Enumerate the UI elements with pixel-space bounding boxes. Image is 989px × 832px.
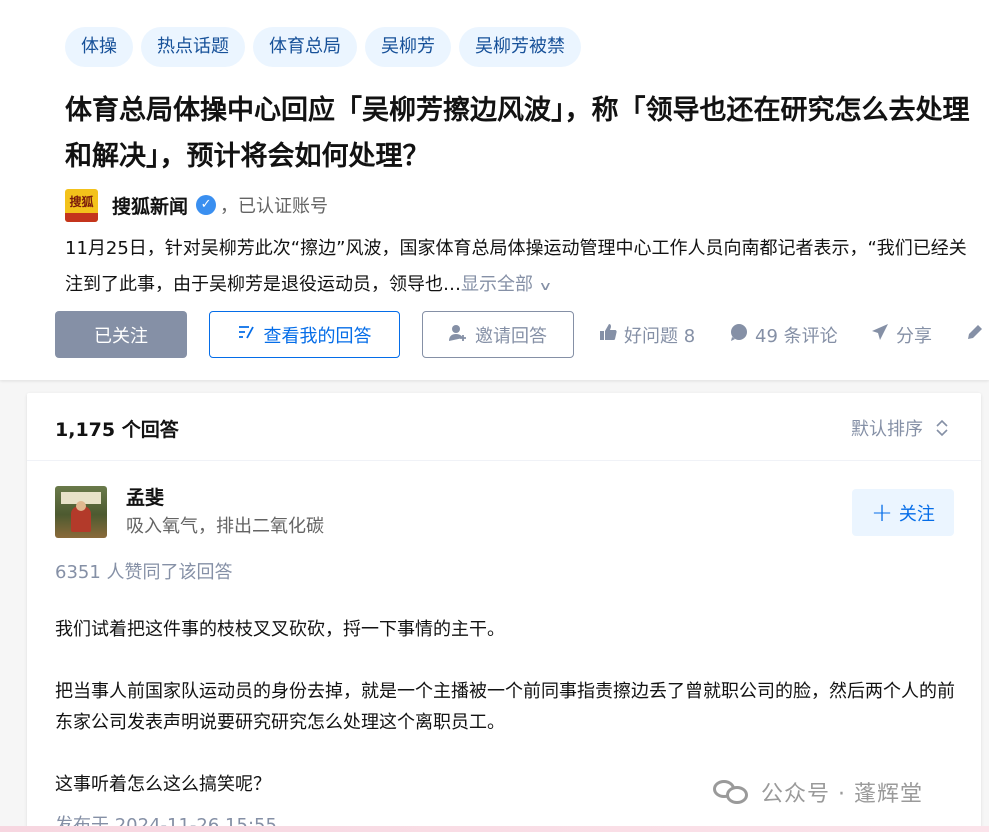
edit-answer-icon bbox=[238, 325, 256, 345]
topic-tag[interactable]: 吴柳芳被禁 bbox=[459, 27, 581, 67]
answer-author-name[interactable]: 孟斐 bbox=[126, 483, 164, 510]
wechat-icon bbox=[713, 778, 751, 806]
avatar-head bbox=[76, 501, 86, 511]
follow-author-button[interactable]: + 关注 bbox=[852, 489, 954, 536]
view-my-answer-label: 查看我的回答 bbox=[263, 325, 372, 347]
sohu-logo[interactable]: 搜狐 bbox=[65, 188, 98, 222]
answer-author-bio: 吸入氧气，排出二氧化碳 bbox=[126, 516, 324, 537]
answers-header: 1,175 个回答 默认排序 bbox=[27, 393, 981, 461]
logo-text: 搜狐 bbox=[69, 195, 94, 209]
answer-count: 1,175 个回答 bbox=[55, 419, 179, 441]
follow-label: 关注 bbox=[898, 503, 935, 525]
sort-dropdown[interactable]: 默认排序 bbox=[851, 415, 949, 441]
topic-tag[interactable]: 体操 bbox=[65, 27, 133, 67]
watermark-text: 公众号 · 蓬辉堂 bbox=[761, 782, 923, 807]
topic-tag[interactable]: 体育总局 bbox=[253, 27, 357, 67]
answer-paragraph: 我们试着把这件事的枝枝叉叉砍砍，捋一下事情的主干。 bbox=[55, 619, 505, 640]
question-title: 体育总局体操中心回应「吴柳芳擦边风波」，称「领导也还在研究怎么去处理和解决」，预… bbox=[65, 95, 970, 172]
invite-label: 邀请回答 bbox=[475, 325, 547, 347]
good-question-label: 好问题 8 bbox=[624, 325, 696, 347]
verified-text: ，已认证账号 bbox=[220, 196, 329, 217]
invite-user-icon bbox=[449, 324, 467, 346]
pencil-icon bbox=[965, 322, 985, 347]
source-name[interactable]: 搜狐新闻 bbox=[112, 192, 188, 219]
good-question-button[interactable]: 好问题 8 bbox=[599, 311, 695, 358]
followed-button[interactable]: 已关注 bbox=[55, 311, 187, 358]
question-source: 搜狐 搜狐新闻 ✓ ，已认证账号 bbox=[65, 188, 328, 222]
topic-tag[interactable]: 吴柳芳 bbox=[365, 27, 451, 67]
chevron-down-icon: ∨ bbox=[538, 279, 553, 293]
plus-icon: + bbox=[871, 497, 893, 528]
wechat-watermark: 公众号 · 蓬辉堂 bbox=[713, 774, 923, 810]
share-label: 分享 bbox=[896, 325, 932, 347]
edit-question-button[interactable] bbox=[965, 311, 989, 358]
comment-bubble-icon bbox=[730, 323, 748, 346]
vote-summary: 6351 人赞同了该回答 bbox=[55, 562, 233, 583]
comments-label: 49 条评论 bbox=[755, 325, 838, 347]
bottom-strip bbox=[0, 826, 989, 832]
view-my-answer-button[interactable]: 查看我的回答 bbox=[209, 311, 400, 358]
question-description: 11月25日，针对吴柳芳此次“擦边”风波，国家体育总局体操运动管理中心工作人员向… bbox=[65, 231, 980, 304]
question-actions: 已关注 查看我的回答 邀请回答 好问题 8 49 条评论 分享 bbox=[55, 311, 989, 358]
thumbs-up-icon bbox=[599, 323, 617, 346]
topic-list: 体操 热点话题 体育总局 吴柳芳 吴柳芳被禁 bbox=[65, 27, 581, 67]
paper-plane-icon bbox=[871, 323, 889, 346]
share-button[interactable]: 分享 bbox=[871, 311, 932, 358]
show-all-label: 显示全部 bbox=[461, 274, 533, 295]
invite-answer-button[interactable]: 邀请回答 bbox=[422, 311, 574, 358]
wechat-bubble-right bbox=[726, 786, 748, 804]
question-header: 体操 热点话题 体育总局 吴柳芳 吴柳芳被禁 体育总局体操中心回应「吴柳芳擦边风… bbox=[0, 0, 989, 380]
author-avatar[interactable] bbox=[55, 486, 107, 538]
show-all-link[interactable]: 显示全部 ∨ bbox=[461, 274, 552, 295]
answer-paragraph: 把当事人前国家队运动员的身份去掉，就是一个主播被一个前同事指责擦边丢了曾就职公司… bbox=[55, 681, 955, 733]
sort-updown-icon bbox=[935, 418, 949, 438]
topic-tag[interactable]: 热点话题 bbox=[141, 27, 245, 67]
comments-button[interactable]: 49 条评论 bbox=[730, 311, 838, 358]
sort-label: 默认排序 bbox=[851, 419, 923, 440]
answers-card: 1,175 个回答 默认排序 孟斐 吸入氧气，排出二氧化碳 + 关注 6351 … bbox=[27, 393, 981, 832]
followed-label: 已关注 bbox=[94, 325, 148, 347]
verified-badge-icon: ✓ bbox=[196, 195, 217, 215]
